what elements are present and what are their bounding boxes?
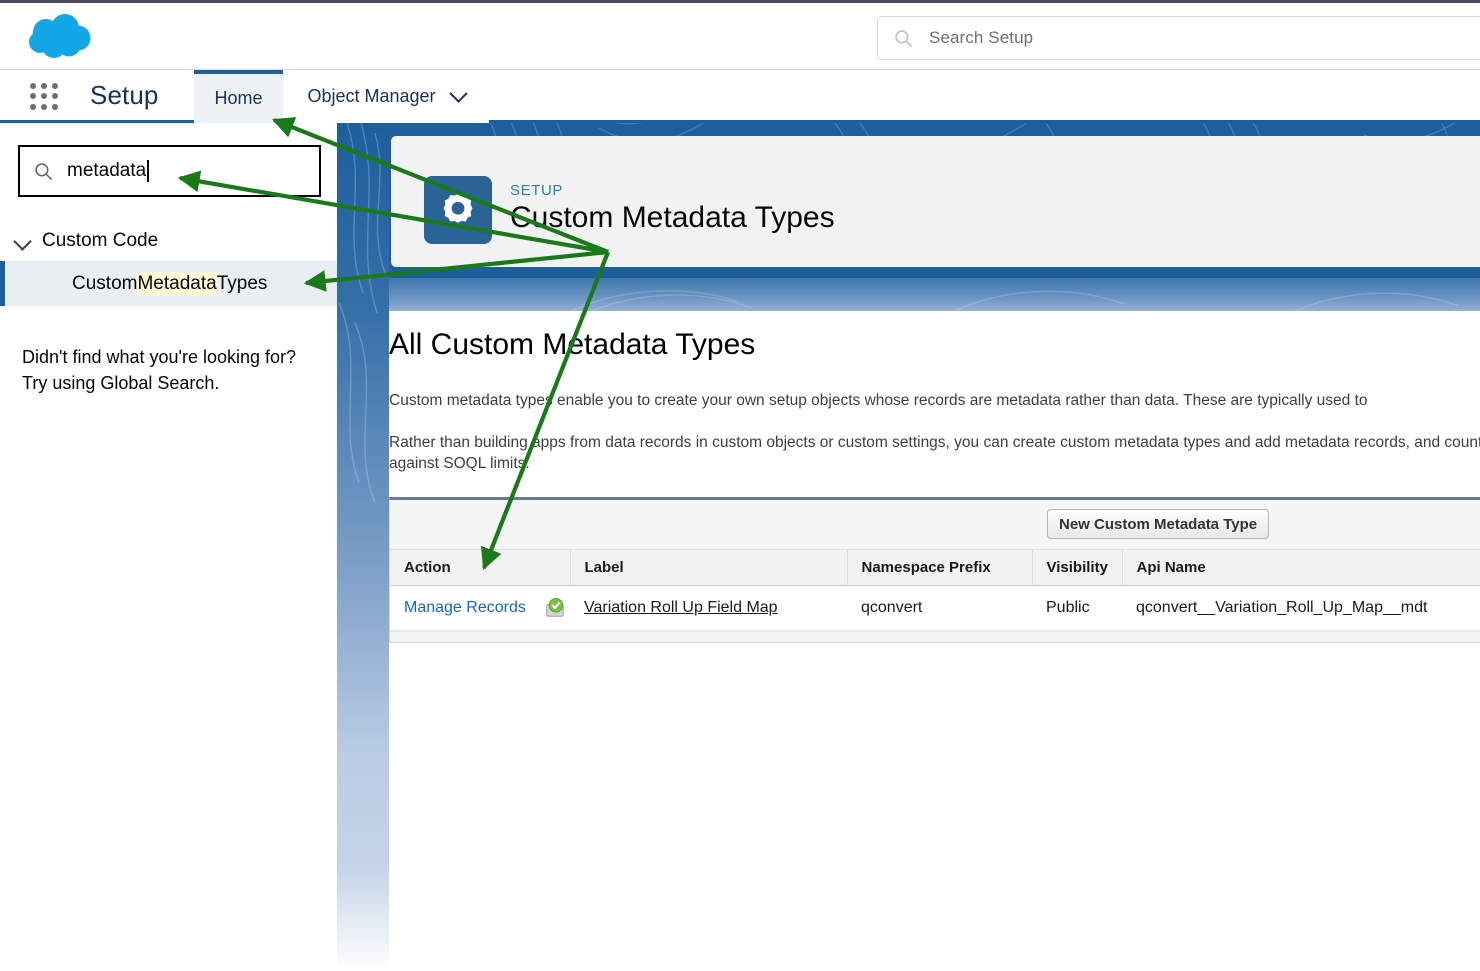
- setup-sidebar: metadata Custom Code Custom Metadata Typ…: [0, 123, 337, 971]
- table-header-row: Action Label Namespace Prefix Visibility…: [390, 550, 1480, 586]
- list-footer: [390, 631, 1480, 642]
- global-search-placeholder: Search Setup: [929, 28, 1034, 47]
- column-header-visibility[interactable]: Visibility: [1032, 550, 1123, 586]
- tab-object-manager-label: Object Manager: [307, 86, 436, 106]
- document-check-icon: [544, 597, 566, 619]
- global-header: Search Setup: [0, 0, 1480, 70]
- custom-metadata-types-list: New Custom Metadata Type Action Label Na…: [389, 497, 1480, 643]
- page-title: Custom Metadata Types: [510, 201, 835, 234]
- sidebar-hint-line-2: Try using Global Search.: [22, 372, 220, 393]
- cell-api-name: qconvert__Variation_Roll_Up_Map__mdt: [1122, 585, 1480, 631]
- page-header-card: SETUP Custom Metadata Types: [391, 136, 1480, 267]
- setup-nav-bar: Setup Home Object Manager: [0, 70, 1480, 123]
- section-title: All Custom Metadata Types: [389, 328, 756, 361]
- cell-action: Manage Records: [390, 585, 570, 631]
- content-body: All Custom Metadata Types Custom metadat…: [389, 311, 1480, 971]
- text-caret: [147, 160, 149, 182]
- cell-namespace-prefix: qconvert: [847, 585, 1032, 631]
- table-row: Manage Records Variation Roll Up Field M…: [390, 585, 1480, 631]
- main-content: SETUP Custom Metadata Types All Custom M…: [389, 123, 1480, 971]
- chevron-down-icon: [448, 84, 468, 103]
- description-paragraph-1: Custom metadata types enable you to crea…: [389, 392, 1368, 409]
- new-custom-metadata-type-label: New Custom Metadata Type: [1059, 515, 1258, 533]
- tab-home-label: Home: [214, 88, 263, 108]
- salesforce-setup-screen: Search Setup Setup Home Object Manager m…: [0, 0, 1480, 971]
- gear-icon: [424, 176, 492, 244]
- cell-label: Variation Roll Up Field Map: [570, 585, 847, 631]
- cell-visibility: Public: [1032, 585, 1122, 631]
- sidebar-item-label-highlight: Metadata: [137, 271, 217, 296]
- sidebar-group-custom-code-label: Custom Code: [42, 230, 159, 251]
- sidebar-item-label-part-2: Types: [216, 272, 268, 294]
- app-launcher-grid-icon[interactable]: [30, 83, 60, 111]
- list-table: Action Label Namespace Prefix Visibility…: [390, 550, 1480, 631]
- page-header-band-lower: [389, 278, 1480, 311]
- search-icon: [34, 162, 53, 181]
- sidebar-quick-find-value: metadata: [67, 160, 147, 181]
- manage-records-link[interactable]: Manage Records: [404, 599, 526, 617]
- salesforce-cloud-logo[interactable]: [22, 12, 96, 64]
- sidebar-item-label-part-1: Custom: [72, 272, 138, 294]
- chevron-down-icon: [12, 230, 34, 252]
- sidebar-group-custom-code[interactable]: Custom Code: [0, 221, 337, 261]
- column-header-label[interactable]: Label: [570, 550, 848, 586]
- tab-home[interactable]: Home: [194, 70, 283, 123]
- column-header-api-name[interactable]: Api Name: [1122, 550, 1480, 586]
- page-background-strip: [337, 123, 389, 971]
- page-header-eyebrow: SETUP: [510, 182, 564, 199]
- list-toolbar: New Custom Metadata Type: [390, 500, 1480, 550]
- new-custom-metadata-type-button[interactable]: New Custom Metadata Type: [1047, 509, 1270, 539]
- sidebar-hint-line-1: Didn't find what you're looking for?: [22, 347, 297, 367]
- metadata-type-label-link[interactable]: Variation Roll Up Field Map: [584, 599, 778, 616]
- column-header-action[interactable]: Action: [390, 550, 571, 586]
- global-search-setup[interactable]: Search Setup: [877, 16, 1480, 60]
- sidebar-hint: Didn't find what you're looking for? Try…: [22, 345, 327, 396]
- sidebar-tree: Custom Code Custom Metadata Types: [0, 221, 337, 306]
- sidebar-item-custom-metadata-types[interactable]: Custom Metadata Types: [0, 261, 337, 306]
- description-paragraph-2: Rather than building apps from data reco…: [389, 434, 1480, 472]
- setup-title: Setup: [90, 80, 159, 110]
- column-header-namespace-prefix[interactable]: Namespace Prefix: [847, 550, 1033, 586]
- search-icon: [894, 29, 913, 48]
- tab-object-manager[interactable]: Object Manager: [283, 70, 489, 123]
- sidebar-quick-find-input[interactable]: metadata: [18, 145, 321, 197]
